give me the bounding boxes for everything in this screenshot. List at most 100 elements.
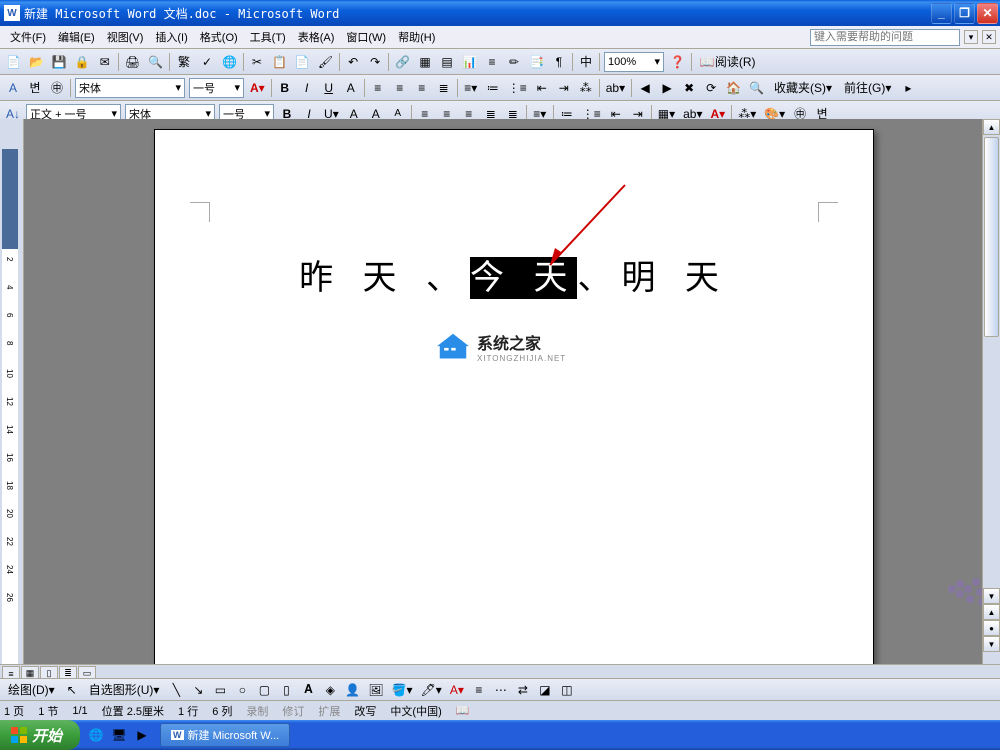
font-combo[interactable]: 宋体▾ — [75, 78, 185, 98]
help-search-input[interactable] — [810, 29, 960, 46]
menu-edit[interactable]: 编辑(E) — [52, 27, 101, 47]
taskbar-word-button[interactable]: W 新建 Microsoft W... — [160, 723, 290, 747]
close-button[interactable]: ✕ — [977, 3, 998, 24]
size-combo[interactable]: 一号▾ — [189, 78, 244, 98]
clipart-tool[interactable]: 👤 — [342, 680, 363, 700]
enclose-button[interactable]: ㊥ — [47, 78, 67, 98]
goto-button[interactable]: 前往(G)▾ — [839, 78, 896, 98]
select-objects-button[interactable]: ↖ — [62, 680, 82, 700]
chinese-layout-button[interactable]: 中 — [576, 52, 596, 72]
rectangle-tool[interactable]: ▭ — [210, 680, 230, 700]
nav-stop-button[interactable]: ✖ — [679, 78, 699, 98]
line-style-tool[interactable]: ≡ — [469, 680, 489, 700]
styles-button[interactable]: A — [3, 78, 23, 98]
save-button[interactable]: 💾 — [49, 52, 70, 72]
scroll-down-button[interactable]: ▼ — [983, 588, 1000, 604]
textbox-tool[interactable]: ▢ — [254, 680, 274, 700]
copy-button[interactable]: 📋 — [269, 52, 290, 72]
menu-tools[interactable]: 工具(T) — [244, 27, 292, 47]
help-button[interactable]: ❓ — [667, 52, 688, 72]
mail-button[interactable]: ✉ — [95, 52, 115, 72]
traditional-button[interactable]: 繁 — [173, 52, 195, 72]
toolbar-overflow-button[interactable]: ▸ — [898, 78, 918, 98]
bold-button[interactable]: B — [275, 78, 295, 98]
3d-tool[interactable]: ◫ — [557, 680, 577, 700]
prev-page-button[interactable]: ▲ — [983, 604, 1000, 620]
menu-window[interactable]: 窗口(W) — [340, 27, 392, 47]
start-button[interactable]: 开始 — [0, 720, 80, 750]
tables-borders-button[interactable]: ▦ — [415, 52, 435, 72]
autoshapes-menu[interactable]: 自选图形(U)▾ — [84, 680, 165, 700]
close-document-button[interactable]: ✕ — [982, 30, 996, 44]
next-page-button[interactable]: ▼ — [983, 636, 1000, 652]
permission-button[interactable]: 🔒 — [72, 52, 93, 72]
preview-button[interactable]: 🔍 — [145, 52, 166, 72]
menu-view[interactable]: 视图(V) — [101, 27, 150, 47]
fill-color-tool[interactable]: 🪣▾ — [389, 680, 416, 700]
numbering-button[interactable]: ≔ — [483, 78, 503, 98]
menu-insert[interactable]: 插入(I) — [149, 27, 193, 47]
docmap-button[interactable]: 📑 — [526, 52, 547, 72]
status-overwrite[interactable]: 改写 — [354, 703, 376, 719]
nav-search-button[interactable]: 🔍 — [746, 78, 767, 98]
paste-button[interactable]: 📄 — [292, 52, 313, 72]
ql-media-icon[interactable]: ▶ — [132, 725, 152, 745]
line-spacing-button[interactable]: ≡▾ — [461, 78, 481, 98]
drawing-button[interactable]: ✏ — [504, 52, 524, 72]
scroll-up-button[interactable]: ▲ — [983, 119, 1000, 135]
diagram-tool[interactable]: ◈ — [320, 680, 340, 700]
status-revision[interactable]: 修订 — [282, 703, 304, 719]
excel-button[interactable]: 📊 — [459, 52, 480, 72]
document-page[interactable]: 昨 天 、今 天、明 天 系统之家 XITONGZHIJIA.NET — [154, 129, 874, 664]
showmarks-button[interactable]: ¶ — [549, 52, 569, 72]
vertical-textbox-tool[interactable]: ▯ — [276, 680, 296, 700]
nav-home-button[interactable]: 🏠 — [723, 78, 744, 98]
bullets-button[interactable]: ⋮≡ — [505, 78, 530, 98]
font-color-tool[interactable]: A▾ — [447, 680, 467, 700]
underline-button[interactable]: U — [319, 78, 339, 98]
font-color-button[interactable]: A▾ — [247, 78, 268, 98]
line-color-tool[interactable]: 🖊▾ — [418, 680, 445, 700]
format-painter-button[interactable]: 🖌 — [315, 52, 336, 72]
outdent-button[interactable]: ⇤ — [532, 78, 552, 98]
menu-table[interactable]: 表格(A) — [292, 27, 341, 47]
undo-button[interactable]: ↶ — [343, 52, 363, 72]
highlight-button[interactable]: ab▾ — [603, 78, 628, 98]
print-button[interactable]: 🖨 — [122, 52, 143, 72]
research-button[interactable]: 🌐 — [219, 52, 240, 72]
insert-table-button[interactable]: ▤ — [437, 52, 457, 72]
nav-forward-button[interactable]: ▶ — [657, 78, 677, 98]
open-button[interactable]: 📂 — [26, 52, 47, 72]
char-border-button[interactable]: A — [341, 78, 361, 98]
read-button[interactable]: 📖 阅读(R) — [695, 52, 761, 72]
dash-style-tool[interactable]: ⋯ — [491, 680, 511, 700]
nav-refresh-button[interactable]: ⟳ — [701, 78, 721, 98]
hyperlink-button[interactable]: 🔗 — [392, 52, 413, 72]
toolbar-options-button[interactable]: ▾ — [964, 30, 978, 44]
maximize-button[interactable]: ❐ — [954, 3, 975, 24]
scroll-thumb[interactable] — [984, 137, 999, 337]
oval-tool[interactable]: ○ — [232, 680, 252, 700]
minimize-button[interactable]: _ — [931, 3, 952, 24]
columns-button[interactable]: ≡ — [482, 52, 502, 72]
status-record[interactable]: 录制 — [246, 703, 268, 719]
vertical-scrollbar[interactable]: ▲ ▼ ▲ ● ▼ — [982, 119, 1000, 664]
new-button[interactable]: 📄 — [3, 52, 24, 72]
cut-button[interactable]: ✂ — [247, 52, 267, 72]
char-scale-button[interactable]: ⁂ — [576, 78, 596, 98]
align-center-button[interactable]: ≡ — [390, 78, 410, 98]
wordart-tool[interactable]: 𝐀 — [298, 680, 318, 700]
vertical-ruler[interactable]: 2468101214161820222426 — [2, 149, 18, 664]
line-tool[interactable]: ╲ — [166, 680, 186, 700]
status-extend[interactable]: 扩展 — [318, 703, 340, 719]
arrow-tool[interactable]: ↘ — [188, 680, 208, 700]
indent-button[interactable]: ⇥ — [554, 78, 574, 98]
ql-ie-icon[interactable]: 🌐 — [86, 725, 106, 745]
redo-button[interactable]: ↷ — [365, 52, 385, 72]
menu-format[interactable]: 格式(O) — [194, 27, 244, 47]
distribute-button[interactable]: ≣ — [434, 78, 454, 98]
arrow-style-tool[interactable]: ⇄ — [513, 680, 533, 700]
italic-button[interactable]: I — [297, 78, 317, 98]
phonetic-button[interactable]: 변 — [25, 78, 45, 98]
menu-file[interactable]: 文件(F) — [4, 27, 52, 47]
